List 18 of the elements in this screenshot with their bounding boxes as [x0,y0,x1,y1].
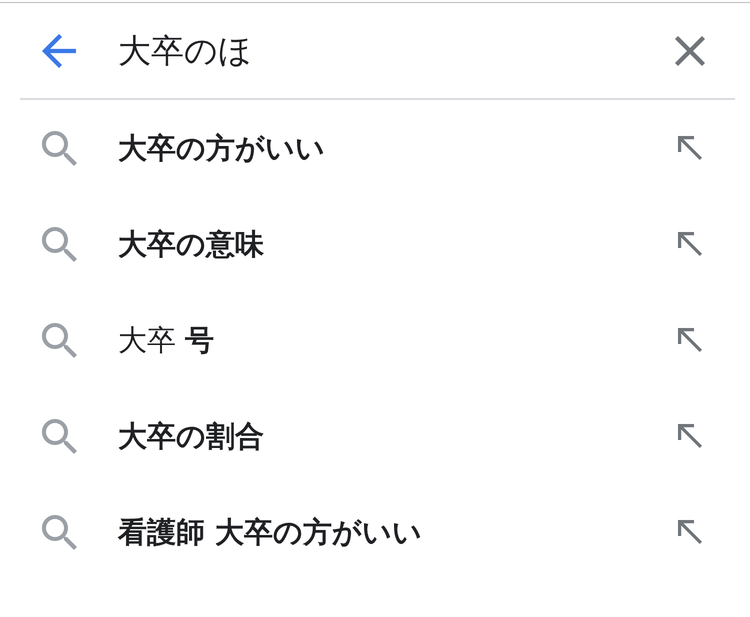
search-icon [42,514,77,550]
suggestion-text[interactable]: 大卒の方がいい [118,130,678,166]
up-left-arrow-icon[interactable] [678,136,702,160]
search-icon [42,130,77,166]
up-left-arrow-icon[interactable] [678,328,702,352]
up-left-arrow-icon[interactable] [678,232,702,256]
search-icon [42,322,77,358]
close-icon[interactable] [675,36,705,66]
up-left-arrow-icon[interactable] [678,424,702,448]
suggestion-text[interactable]: 大卒の割合 [118,418,678,454]
search-field[interactable]: 大卒のほ [118,26,675,76]
search-icon [42,418,77,454]
suggestion-text[interactable]: 看護師 大卒の方がいい [118,514,678,550]
back-arrow-icon[interactable] [42,34,76,68]
up-left-arrow-icon[interactable] [678,520,702,544]
suggestion-text[interactable]: 大卒 号 [118,322,678,358]
search-icon [42,226,77,262]
suggestion-text[interactable]: 大卒の意味 [118,226,678,262]
